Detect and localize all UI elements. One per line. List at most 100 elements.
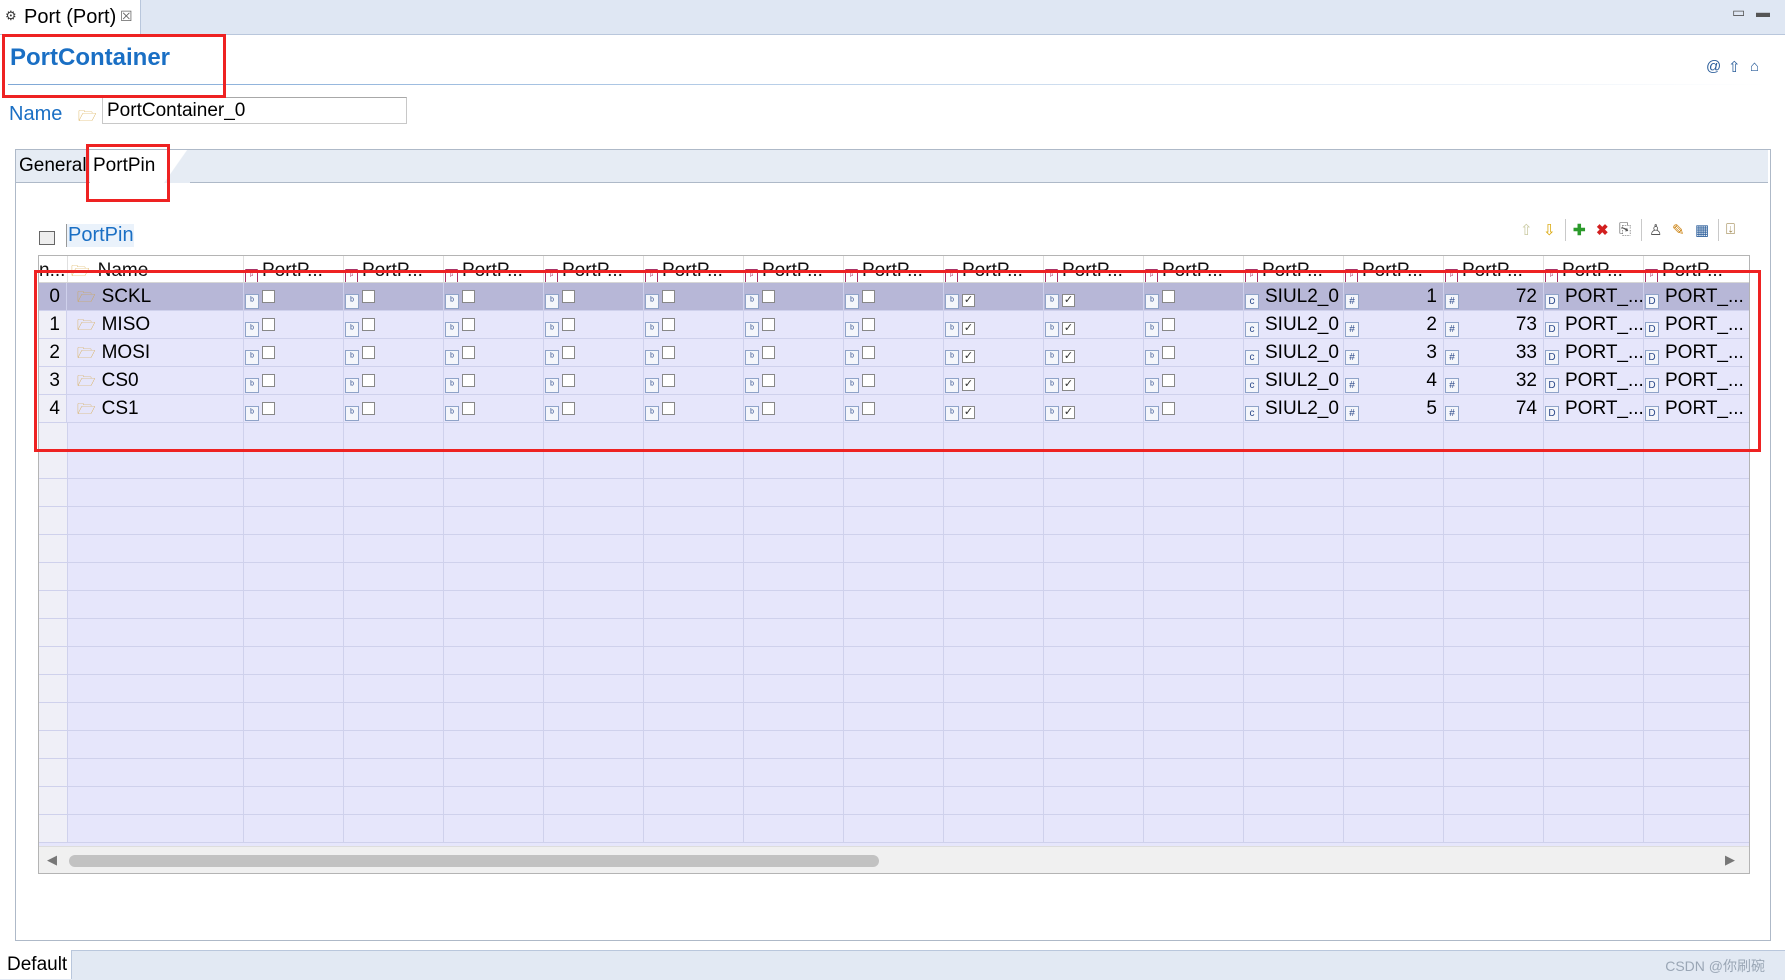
editor-tab-port[interactable]: ⚙ Port (Port) ☒ bbox=[0, 0, 141, 34]
table-cell bbox=[67, 731, 244, 758]
table-cell bbox=[543, 451, 644, 478]
table-cell bbox=[343, 535, 444, 562]
table-cell bbox=[843, 759, 944, 786]
table-cell bbox=[643, 731, 744, 758]
table-cell bbox=[1343, 675, 1444, 702]
watermark: CSDN @你刷碗 bbox=[1665, 958, 1765, 974]
table-cell bbox=[1143, 815, 1244, 842]
table-cell bbox=[843, 647, 944, 674]
empty-row bbox=[39, 591, 1749, 619]
tab-general[interactable]: General bbox=[16, 150, 92, 182]
table-cell bbox=[39, 451, 68, 478]
table-cell bbox=[67, 591, 244, 618]
table-cell bbox=[643, 703, 744, 730]
table-cell bbox=[243, 731, 344, 758]
table-cell bbox=[67, 759, 244, 786]
table-cell bbox=[1143, 479, 1244, 506]
table-cell bbox=[1243, 815, 1344, 842]
horizontal-scrollbar[interactable]: ◀ ▶ bbox=[39, 846, 1749, 873]
table-cell bbox=[1243, 731, 1344, 758]
table-cell bbox=[67, 479, 244, 506]
move-down-icon[interactable]: ⇩ bbox=[1543, 221, 1556, 239]
table-cell bbox=[1443, 731, 1544, 758]
annotation-box-rows bbox=[34, 270, 1761, 452]
empty-row bbox=[39, 647, 1749, 675]
table-cell bbox=[1243, 591, 1344, 618]
table-cell bbox=[543, 703, 644, 730]
table-cell bbox=[1243, 703, 1344, 730]
table-cell bbox=[343, 703, 444, 730]
table-cell bbox=[943, 535, 1044, 562]
table-cell bbox=[443, 563, 544, 590]
table-cell bbox=[1643, 591, 1749, 618]
table-cell bbox=[1043, 451, 1144, 478]
close-tab-icon[interactable]: ☒ bbox=[120, 8, 133, 25]
table-cell bbox=[1243, 507, 1344, 534]
table-cell bbox=[443, 703, 544, 730]
table-cell bbox=[1243, 787, 1344, 814]
name-input[interactable] bbox=[102, 97, 407, 124]
user-icon[interactable]: ♙ bbox=[1649, 221, 1662, 239]
export-icon[interactable]: ⍗ bbox=[1726, 221, 1735, 238]
table-cell bbox=[67, 703, 244, 730]
edit-table-icon[interactable]: ▦ bbox=[1695, 221, 1709, 239]
up-arrow-icon[interactable]: ⇧ bbox=[1728, 58, 1741, 76]
table-cell bbox=[343, 731, 444, 758]
table-cell bbox=[943, 759, 1044, 786]
table-cell bbox=[39, 619, 68, 646]
table-cell bbox=[1443, 703, 1544, 730]
table-cell bbox=[1443, 619, 1544, 646]
table-cell bbox=[1143, 563, 1244, 590]
table-cell bbox=[1643, 563, 1749, 590]
table-cell bbox=[843, 787, 944, 814]
minimize-icon[interactable]: ▭ bbox=[1732, 4, 1745, 21]
table-cell bbox=[643, 815, 744, 842]
table-cell bbox=[1043, 479, 1144, 506]
table-cell bbox=[1343, 479, 1444, 506]
table-cell bbox=[1343, 619, 1444, 646]
table-cell bbox=[1543, 815, 1644, 842]
table-cell bbox=[1543, 507, 1644, 534]
table-cell bbox=[39, 563, 68, 590]
scrollbar-thumb[interactable] bbox=[69, 855, 879, 867]
table-cell bbox=[543, 507, 644, 534]
table-cell bbox=[443, 647, 544, 674]
table-cell bbox=[1543, 619, 1644, 646]
table-cell bbox=[743, 619, 844, 646]
table-cell bbox=[1043, 731, 1144, 758]
table-cell bbox=[1543, 647, 1644, 674]
annotation-box-tab bbox=[86, 144, 170, 202]
move-up-icon[interactable]: ⇧ bbox=[1520, 221, 1533, 239]
table-cell bbox=[643, 507, 744, 534]
table-cell bbox=[643, 591, 744, 618]
edit-pencil-icon[interactable]: ✎ bbox=[1672, 221, 1685, 239]
at-icon[interactable]: @ bbox=[1706, 58, 1721, 75]
home-icon[interactable]: ⌂ bbox=[1750, 58, 1759, 75]
copy-icon[interactable]: ⎘ bbox=[1619, 221, 1631, 238]
table-cell bbox=[543, 619, 644, 646]
delete-icon[interactable]: ✖ bbox=[1596, 221, 1609, 239]
scroll-left-icon[interactable]: ◀ bbox=[47, 852, 57, 868]
table-cell bbox=[39, 731, 68, 758]
table-cell bbox=[743, 535, 844, 562]
title-divider bbox=[8, 84, 1768, 85]
bottom-tab-bar bbox=[0, 950, 1785, 980]
table-cell bbox=[1143, 591, 1244, 618]
table-cell bbox=[343, 675, 444, 702]
table-cell bbox=[1043, 759, 1144, 786]
empty-row bbox=[39, 619, 1749, 647]
table-cell bbox=[1143, 535, 1244, 562]
tab-default[interactable]: Default bbox=[0, 950, 72, 979]
toolbar-separator bbox=[1565, 219, 1566, 241]
table-cell bbox=[643, 535, 744, 562]
table-cell bbox=[543, 759, 644, 786]
table-cell bbox=[343, 451, 444, 478]
maximize-icon[interactable]: ▬ bbox=[1756, 4, 1770, 20]
table-cell bbox=[1643, 535, 1749, 562]
table-cell bbox=[67, 563, 244, 590]
add-icon[interactable]: ✚ bbox=[1573, 221, 1586, 239]
scroll-right-icon[interactable]: ▶ bbox=[1725, 852, 1735, 868]
table-cell bbox=[1443, 479, 1544, 506]
section-title[interactable]: PortPin bbox=[66, 224, 134, 247]
table-cell bbox=[943, 563, 1044, 590]
